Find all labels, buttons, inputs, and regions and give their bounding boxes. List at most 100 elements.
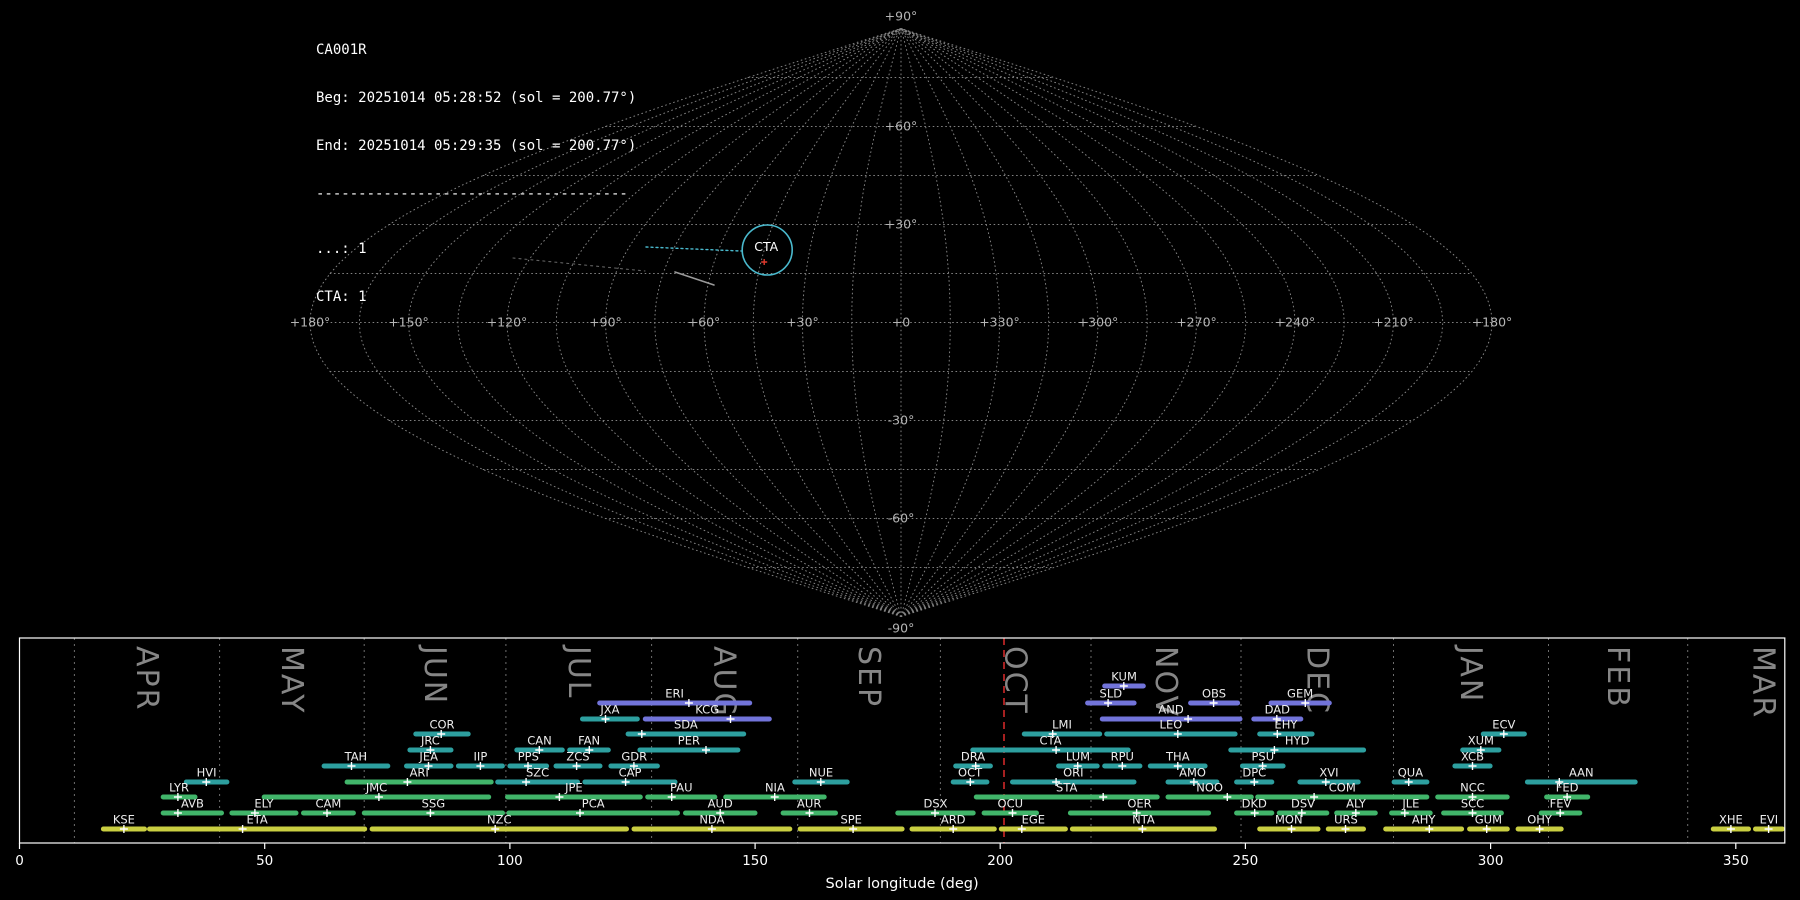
shower-label-DAD: DAD <box>1265 703 1291 717</box>
shower-label-XHE: XHE <box>1719 813 1743 827</box>
shower-label-CAN: CAN <box>527 734 552 748</box>
lon-label: +30° <box>786 315 819 330</box>
shower-label-OCU: OCU <box>998 797 1024 811</box>
lon-label: +330° <box>979 315 1020 330</box>
shower-bar-JPE <box>505 795 643 800</box>
lon-label: +240° <box>1275 315 1316 330</box>
x-axis-title: Solar longitude (deg) <box>826 876 979 892</box>
shower-label-ARD: ARD <box>941 813 966 827</box>
shower-label-GUM: GUM <box>1475 813 1502 827</box>
shower-label-OER: OER <box>1127 797 1151 811</box>
shower-label-AMO: AMO <box>1179 766 1206 780</box>
radiant-peak-marker <box>761 259 767 265</box>
shower-label-NUE: NUE <box>809 766 833 780</box>
shower-label-NIA: NIA <box>765 781 785 795</box>
shower-label-SZC: SZC <box>526 766 549 780</box>
lat-label: -60° <box>888 511 915 526</box>
x-tick-label: 200 <box>987 853 1013 869</box>
shower-bar-CTA <box>970 748 1130 753</box>
shower-label-OHY: OHY <box>1527 813 1553 827</box>
shower-bar-CAP <box>582 780 677 785</box>
shower-label-KSE: KSE <box>113 813 135 827</box>
peak-marker-AND <box>1184 715 1192 723</box>
month-label: APR <box>129 646 164 711</box>
beg-line: Beg: 20251014 05:28:52 (sol = 200.77°) <box>316 90 636 106</box>
x-tick-label: 50 <box>256 853 273 869</box>
shower-label-HVI: HVI <box>197 766 217 780</box>
shower-label-EGE: EGE <box>1022 813 1045 827</box>
lon-label: +300° <box>1078 315 1119 330</box>
timeline: APRMAYJUNJULAUGSEPOCTNOVDECJANFEBMARKUME… <box>15 638 1785 892</box>
month-label: FEB <box>1600 646 1635 709</box>
shower-label-LMI: LMI <box>1052 718 1072 732</box>
shower-label-OBS: OBS <box>1202 687 1226 701</box>
shower-label-JXA: JXA <box>599 703 619 717</box>
shower-label-ELY: ELY <box>254 797 274 811</box>
radiant-drift-trail <box>646 247 741 251</box>
month-label: MAY <box>274 646 309 714</box>
shower-label-SSG: SSG <box>422 797 446 811</box>
shower-label-FED: FED <box>1556 781 1579 795</box>
shower-label-EVI: EVI <box>1760 813 1779 827</box>
month-label: JAN <box>1453 644 1488 703</box>
shower-label-ERI: ERI <box>665 687 684 701</box>
shower-bar-PAU <box>645 795 717 800</box>
lat-label: +30° <box>885 217 918 232</box>
shower-label-XCB: XCB <box>1461 750 1484 764</box>
x-tick-label: 350 <box>1723 853 1749 869</box>
shower-label-GDR: GDR <box>621 750 647 764</box>
shower-label-JEA: JEA <box>418 750 438 764</box>
shower-label-AND: AND <box>1158 703 1183 717</box>
shower-bar-HYD <box>1228 748 1366 753</box>
shower-label-DSV: DSV <box>1291 797 1315 811</box>
shower-bar-NZC <box>370 827 629 832</box>
shower-label-AVB: AVB <box>181 797 204 811</box>
lat-label: +60° <box>885 119 918 134</box>
shower-label-CAP: CAP <box>619 766 642 780</box>
shower-label-PAU: PAU <box>670 781 692 795</box>
peak-marker-NOO <box>1223 793 1231 801</box>
end-line: End: 20251014 05:29:35 (sol = 200.77°) <box>316 138 636 154</box>
shower-label-CAM: CAM <box>315 797 341 811</box>
shower-label-PER: PER <box>678 734 700 748</box>
shower-label-ARI: ARI <box>410 766 429 780</box>
lon-label: +210° <box>1373 315 1414 330</box>
shower-bar-PCA <box>506 811 680 816</box>
shower-label-XUM: XUM <box>1468 734 1494 748</box>
count-unassociated: ...: 1 <box>316 241 636 257</box>
shower-label-TAH: TAH <box>344 750 368 764</box>
shower-label-OCT: OCT <box>958 766 983 780</box>
lat-label: +90° <box>885 9 918 24</box>
shower-label-URS: URS <box>1334 813 1358 827</box>
shower-label-JPE: JPE <box>564 781 583 795</box>
shower-label-SPE: SPE <box>840 813 862 827</box>
meteor-shower-plot: CA001R Beg: 20251014 05:28:52 (sol = 200… <box>0 0 1800 900</box>
shower-label-SCC: SCC <box>1461 797 1484 811</box>
shower-label-FEV: FEV <box>1550 797 1572 811</box>
peak-marker-PER <box>702 746 710 754</box>
peak-marker-ETA <box>239 825 247 833</box>
shower-bar-TAH <box>322 764 391 769</box>
peak-marker-ERI <box>685 699 693 707</box>
shower-label-STA: STA <box>1056 781 1077 795</box>
shower-bar-PER <box>637 748 740 753</box>
lon-label: +270° <box>1176 315 1217 330</box>
shower-label-ECV: ECV <box>1492 718 1515 732</box>
shower-label-THA: THA <box>1165 750 1190 764</box>
shower-label-MON: MON <box>1275 813 1303 827</box>
month-label: MAR <box>1746 646 1781 719</box>
shower-bar-KCG <box>643 717 772 722</box>
shower-label-DRA: DRA <box>961 750 985 764</box>
shower-bar-AVB <box>161 811 224 816</box>
shower-label-IIP: IIP <box>474 750 488 764</box>
shower-label-QUA: QUA <box>1398 766 1423 780</box>
shower-label-SDA: SDA <box>674 718 698 732</box>
shower-label-NTA: NTA <box>1132 813 1155 827</box>
lat-label: -30° <box>888 413 915 428</box>
shower-bar-JXA <box>580 717 640 722</box>
x-tick-label: 100 <box>497 853 523 869</box>
shower-label-LYR: LYR <box>169 781 189 795</box>
shower-label-HYD: HYD <box>1285 734 1310 748</box>
shower-label-EHY: EHY <box>1274 718 1298 732</box>
shower-label-DSX: DSX <box>923 797 947 811</box>
